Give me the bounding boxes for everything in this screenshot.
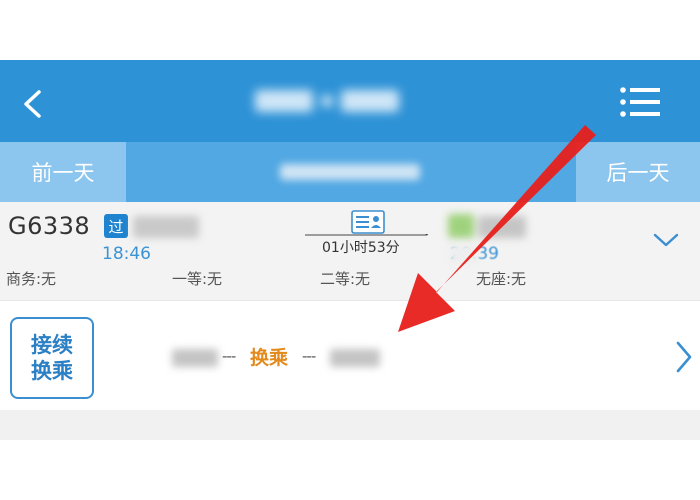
- current-date[interactable]: [280, 164, 420, 180]
- transfer-label: 换乘: [250, 347, 289, 369]
- transfer-to-station: [330, 349, 380, 367]
- seat-second-class: 二等:无: [320, 270, 371, 288]
- next-day-button[interactable]: 后一天: [576, 142, 700, 202]
- list-footer-gap: [0, 410, 700, 440]
- seat-no-seat: 无座:无: [476, 270, 527, 288]
- separator: ---: [302, 347, 316, 365]
- train-number: G6338: [8, 212, 91, 240]
- page-title: [255, 88, 445, 114]
- separator: ---: [222, 347, 236, 365]
- date-switch-bar: 前一天 后一天: [0, 142, 700, 202]
- menu-icon[interactable]: [616, 82, 664, 122]
- connecting-transfer-badge[interactable]: 接续 换乘: [10, 317, 94, 399]
- previous-day-button[interactable]: 前一天: [0, 142, 126, 202]
- ticket-icon: [351, 210, 385, 234]
- badge-line-1: 接续: [31, 332, 73, 357]
- chevron-left-icon[interactable]: [14, 84, 54, 124]
- pass-through-badge: 过: [104, 214, 128, 238]
- badge-line-2: 换乘: [31, 359, 73, 383]
- transfer-from-station: [172, 349, 218, 367]
- departure-station: [133, 216, 199, 238]
- travel-duration: 01小时53分: [322, 240, 400, 256]
- top-nav-bar: [0, 60, 700, 142]
- chevron-down-icon[interactable]: [652, 230, 680, 250]
- app-screen: 前一天 后一天 G6338 过 18:46 01小时53分 20:39: [0, 0, 700, 500]
- transfer-row[interactable]: 接续 换乘 --- 换乘 ---: [0, 300, 700, 410]
- chevron-right-icon[interactable]: [674, 339, 694, 375]
- train-row[interactable]: G6338 过 18:46 01小时53分 20:39 商务:无 一等:无: [0, 202, 700, 300]
- seat-first-class: 一等:无: [172, 270, 223, 288]
- seat-business: 商务:无: [6, 270, 57, 288]
- departure-time: 18:46: [102, 244, 151, 264]
- arrival-time: 20:39: [450, 244, 499, 264]
- arrival-station: [448, 214, 528, 240]
